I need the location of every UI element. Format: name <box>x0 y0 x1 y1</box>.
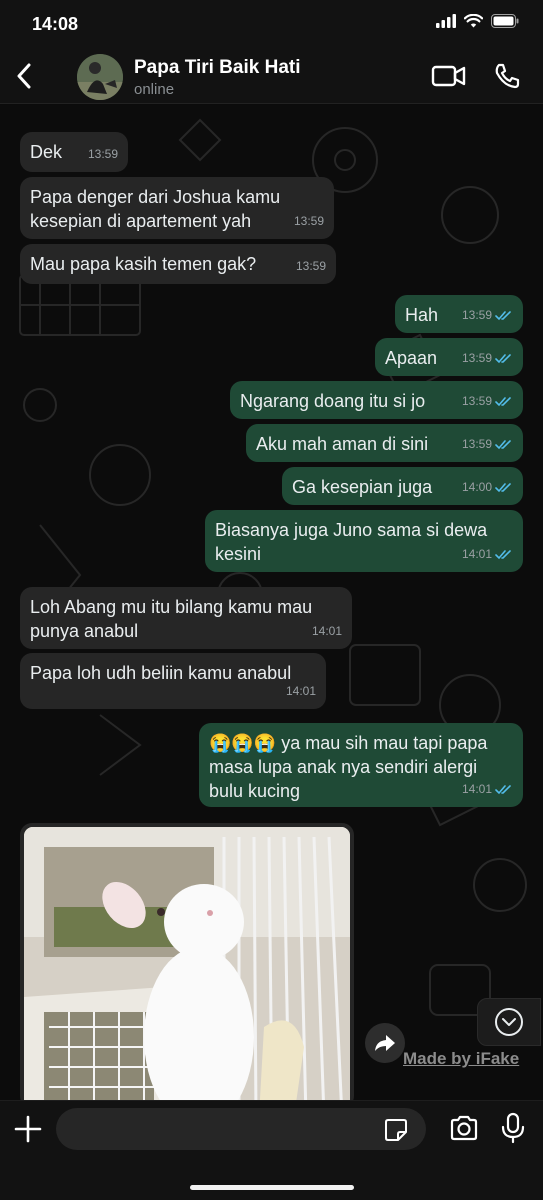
microphone-button[interactable] <box>500 1112 526 1144</box>
image-message[interactable] <box>20 823 354 1100</box>
message-meta: 13:59 <box>462 432 513 456</box>
message-bubble-incoming[interactable]: Loh Abang mu itu bilang kamu mau punya a… <box>20 587 352 649</box>
message-time: 13:59 <box>87 147 118 161</box>
read-ticks-icon <box>495 439 511 449</box>
message-time: 14:01 <box>311 624 342 638</box>
camera-button[interactable] <box>449 1114 479 1142</box>
plus-icon <box>14 1115 42 1143</box>
status-bar: 14:08 <box>0 0 543 48</box>
message-bubble-outgoing[interactable]: Ngarang doang itu si jo 13:59 <box>230 381 523 419</box>
read-ticks-icon <box>495 310 511 320</box>
message-input[interactable] <box>56 1108 426 1150</box>
rabbit-photo[interactable] <box>24 827 350 1100</box>
message-meta: 14:00 <box>462 475 513 499</box>
status-icons <box>436 14 519 28</box>
video-call-icon <box>431 65 466 87</box>
phone-icon <box>495 63 520 89</box>
microphone-icon <box>501 1112 525 1144</box>
message-bubble-incoming[interactable]: Dek 13:59 <box>20 132 128 172</box>
sticker-icon <box>385 1119 407 1141</box>
message-text: Loh Abang mu itu bilang kamu mau punya a… <box>30 597 313 641</box>
message-meta: 14:01 <box>462 542 513 566</box>
message-bubble-incoming[interactable]: Papa denger dari Joshua kamu kesepian di… <box>20 177 334 239</box>
message-bubble-outgoing[interactable]: 😭😭😭 ya mau sih mau tapi papa masa lupa a… <box>199 723 523 807</box>
message-bubble-outgoing[interactable]: Hah 13:59 <box>395 295 523 333</box>
back-arrow-icon <box>17 63 31 89</box>
read-ticks-icon <box>495 549 511 559</box>
message-text: Papa loh udh beliin kamu anabul <box>30 663 292 683</box>
message-bubble-incoming[interactable]: Papa loh udh beliin kamu anabul 14:01 <box>20 653 326 709</box>
chat-area[interactable]: Dek 13:59 Papa denger dari Joshua kamu k… <box>0 105 543 1100</box>
attach-button[interactable] <box>12 1113 44 1145</box>
scroll-to-bottom-button[interactable] <box>477 998 541 1046</box>
input-bar <box>0 1100 543 1200</box>
message-bubble-outgoing[interactable]: Aku mah aman di sini 13:59 <box>246 424 523 462</box>
message-time: 14:01 <box>285 684 316 698</box>
message-bubble-incoming[interactable]: Mau papa kasih temen gak? 13:59 <box>20 244 336 284</box>
message-meta: 14:01 <box>462 777 513 801</box>
signal-icon <box>436 14 456 28</box>
avatar[interactable] <box>77 54 123 100</box>
chevron-down-circle-icon <box>495 1008 523 1036</box>
contact-status: online <box>134 81 175 98</box>
video-call-button[interactable] <box>431 62 467 90</box>
message-bubble-outgoing[interactable]: Ga kesepian juga 14:00 <box>282 467 523 505</box>
camera-icon <box>450 1115 478 1141</box>
status-time: 14:08 <box>32 14 79 34</box>
message-text: Papa denger dari Joshua kamu kesepian di… <box>30 187 281 231</box>
wifi-icon <box>464 14 483 28</box>
message-meta: 13:59 <box>462 346 513 370</box>
message-time: 13:59 <box>293 214 324 228</box>
contact-name[interactable]: Papa Tiri Baik Hati <box>134 57 301 79</box>
chat-header: Papa Tiri Baik Hati online <box>0 48 543 104</box>
message-bubble-outgoing[interactable]: Biasanya juga Juno sama si dewa kesini 1… <box>205 510 523 572</box>
read-ticks-icon <box>495 353 511 363</box>
watermark: Made by iFake <box>403 1049 520 1068</box>
message-time: 13:59 <box>295 259 326 273</box>
sticker-button[interactable] <box>384 1118 408 1142</box>
read-ticks-icon <box>495 784 511 794</box>
battery-icon <box>491 14 519 28</box>
message-bubble-outgoing[interactable]: Apaan 13:59 <box>375 338 523 376</box>
back-button[interactable] <box>8 58 40 94</box>
forward-button[interactable] <box>365 1023 405 1063</box>
read-ticks-icon <box>495 482 511 492</box>
read-ticks-icon <box>495 396 511 406</box>
forward-icon <box>375 1035 395 1051</box>
message-meta: 13:59 <box>462 389 513 413</box>
message-text: Mau papa kasih temen gak? <box>30 254 257 274</box>
message-meta: 13:59 <box>462 303 513 327</box>
voice-call-button[interactable] <box>493 62 521 90</box>
home-indicator <box>190 1185 354 1190</box>
